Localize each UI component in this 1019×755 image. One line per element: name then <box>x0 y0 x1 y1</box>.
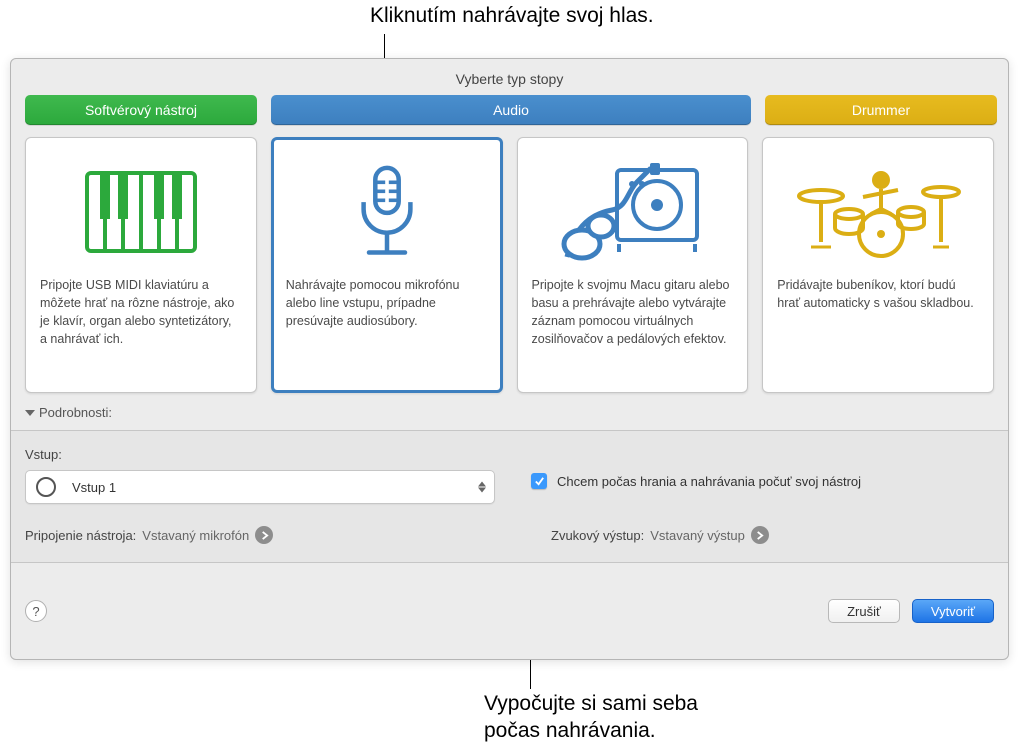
input-popup-value: Vstup 1 <box>72 480 116 495</box>
input-popup[interactable]: Vstup 1 <box>25 470 495 504</box>
audio-output-arrow[interactable] <box>751 526 769 544</box>
monitor-checkbox-label: Chcem počas hrania a nahrávania počuť sv… <box>557 474 861 489</box>
monitor-checkbox[interactable] <box>531 473 547 489</box>
track-type-dialog: Vyberte typ stopy Softvérový nástroj Aud… <box>10 58 1009 660</box>
instrument-connection-label: Pripojenie nástroja: <box>25 528 136 543</box>
drummer-icon <box>777 158 979 266</box>
card-audio-mic[interactable]: Nahrávajte pomocou mikrofónu alebo line … <box>271 137 503 393</box>
chevron-right-icon <box>755 531 764 540</box>
card-audio-guitar[interactable]: Pripojte k svojmu Macu gitaru alebo basu… <box>517 137 749 393</box>
input-channel-icon <box>36 477 56 497</box>
tab-audio[interactable]: Audio <box>271 95 751 125</box>
instrument-connection-arrow[interactable] <box>255 526 273 544</box>
card-software-instrument[interactable]: Pripojte USB MIDI klaviatúru a môžete hr… <box>25 137 257 393</box>
track-type-cards: Pripojte USB MIDI klaviatúru a môžete hr… <box>11 125 1008 393</box>
card-software-instrument-desc: Pripojte USB MIDI klaviatúru a môžete hr… <box>40 276 242 349</box>
tab-drummer[interactable]: Drummer <box>765 95 997 125</box>
audio-output-value: Vstavaný výstup <box>650 528 745 543</box>
disclosure-triangle-icon <box>25 410 35 416</box>
details-disclosure[interactable]: Podrobnosti: <box>11 393 1008 430</box>
create-button[interactable]: Vytvoriť <box>912 599 994 623</box>
details-label: Podrobnosti: <box>39 405 112 420</box>
dialog-footer: ? Zrušiť Vytvoriť <box>11 563 1008 659</box>
audio-output-label: Zvukový výstup: <box>551 528 644 543</box>
details-panel: Vstup: Vstup 1 Chcem počas hrania a nahr… <box>11 430 1008 563</box>
dialog-title: Vyberte typ stopy <box>11 59 1008 95</box>
checkmark-icon <box>534 476 545 487</box>
popup-arrows-icon <box>478 482 486 493</box>
card-audio-mic-desc: Nahrávajte pomocou mikrofónu alebo line … <box>286 276 488 330</box>
help-button[interactable]: ? <box>25 600 47 622</box>
callout-bottom-label: Vypočujte si sami seba počas nahrávania. <box>484 690 698 745</box>
card-drummer-desc: Pridávajte bubeníkov, ktorí budú hrať au… <box>777 276 979 312</box>
guitar-amp-icon <box>532 158 734 266</box>
callout-bottom-line2: počas nahrávania. <box>484 717 698 744</box>
instrument-connection-value: Vstavaný mikrofón <box>142 528 249 543</box>
tab-software-instrument[interactable]: Softvérový nástroj <box>25 95 257 125</box>
callout-top-label: Kliknutím nahrávajte svoj hlas. <box>370 4 654 28</box>
chevron-right-icon <box>260 531 269 540</box>
monitor-checkbox-row[interactable]: Chcem počas hrania a nahrávania počuť sv… <box>531 473 994 489</box>
microphone-icon <box>286 158 488 266</box>
card-audio-guitar-desc: Pripojte k svojmu Macu gitaru alebo basu… <box>532 276 734 349</box>
keyboard-icon <box>40 158 242 266</box>
card-drummer[interactable]: Pridávajte bubeníkov, ktorí budú hrať au… <box>762 137 994 393</box>
input-label: Vstup: <box>25 447 495 462</box>
category-tabs: Softvérový nástroj Audio Drummer <box>11 95 1008 125</box>
callout-bottom-line1: Vypočujte si sami seba <box>484 690 698 717</box>
cancel-button[interactable]: Zrušiť <box>828 599 900 623</box>
